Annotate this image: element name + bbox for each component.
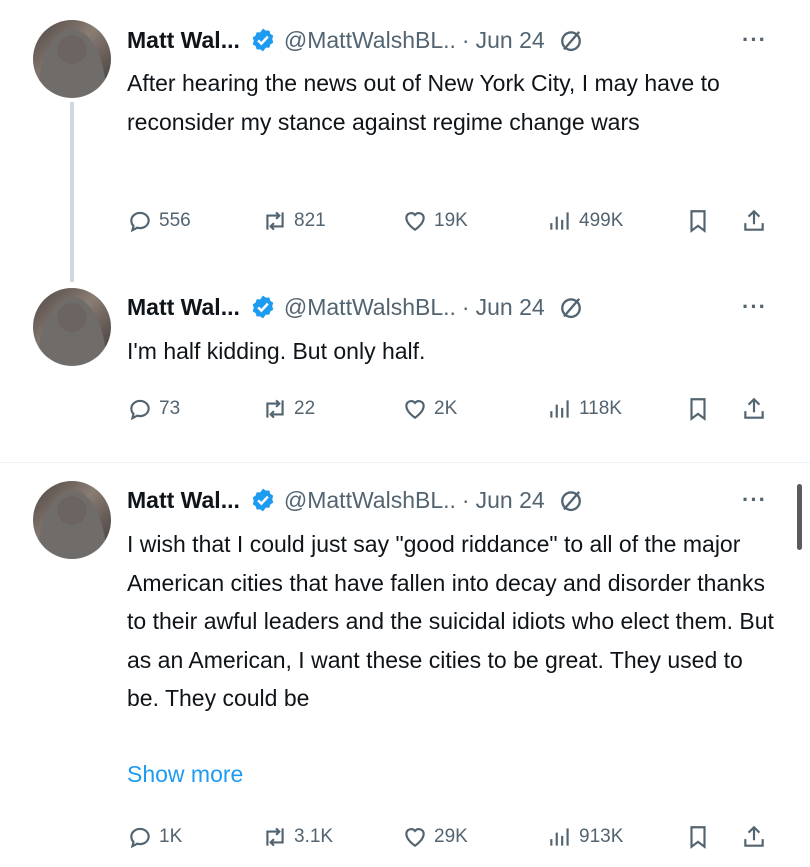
tweet-header: Matt Wal... @MattWalshBL.. · Jun 24: [127, 485, 585, 515]
reply-button[interactable]: 73: [127, 396, 180, 422]
reply-button[interactable]: 556: [127, 208, 191, 234]
views-count: 499K: [579, 210, 624, 231]
repost-count: 22: [294, 398, 316, 419]
tweet-3[interactable]: Matt Wal... @MattWalshBL.. · Jun 24 ··· …: [0, 463, 810, 867]
repost-icon: [266, 399, 284, 419]
verified-badge-icon: [252, 28, 274, 52]
more-options-icon[interactable]: ···: [742, 27, 767, 53]
action-bar: 1K 3.1K 29K 913K: [127, 824, 777, 856]
grok-icon[interactable]: [557, 293, 585, 321]
share-button[interactable]: [741, 208, 773, 234]
like-count: 2K: [434, 398, 458, 419]
action-bar: 556 821 19K 499K: [127, 208, 777, 240]
repost-count: 821: [294, 210, 326, 231]
action-bar: 73 22 2K 118K: [127, 396, 777, 428]
reply-button[interactable]: 1K: [127, 824, 182, 850]
post-date[interactable]: Jun 24: [476, 27, 545, 54]
tweet-text: I wish that I could just say "good ridda…: [127, 531, 774, 711]
share-icon: [744, 397, 764, 419]
like-button[interactable]: 29K: [402, 824, 468, 850]
bookmark-icon: [690, 398, 706, 421]
reply-count: 556: [159, 210, 191, 231]
tweet-text: I'm half kidding. But only half.: [127, 338, 426, 364]
views-button[interactable]: 913K: [547, 824, 623, 850]
reply-icon: [130, 827, 150, 849]
like-icon: [405, 400, 425, 419]
bookmark-button[interactable]: [685, 396, 717, 422]
repost-button[interactable]: 22: [262, 396, 315, 422]
show-more-link[interactable]: Show more: [127, 761, 243, 788]
tweet-1[interactable]: Matt Wal... @MattWalshBL.. · Jun 24 ··· …: [0, 0, 810, 270]
tweet-header: Matt Wal... @MattWalshBL.. · Jun 24: [127, 292, 585, 322]
reply-count: 1K: [159, 826, 183, 847]
share-button[interactable]: [741, 396, 773, 422]
views-icon: [550, 400, 569, 418]
repost-icon: [266, 827, 284, 847]
bookmark-button[interactable]: [685, 824, 717, 850]
reply-icon: [130, 211, 150, 233]
like-icon: [405, 828, 425, 847]
author-handle[interactable]: @MattWalshBL..: [284, 27, 456, 54]
views-count: 913K: [579, 826, 624, 847]
like-button[interactable]: 2K: [402, 396, 457, 422]
like-count: 29K: [434, 826, 468, 847]
tweet-header: Matt Wal... @MattWalshBL.. · Jun 24: [127, 25, 585, 55]
views-button[interactable]: 118K: [547, 396, 622, 422]
author-name[interactable]: Matt Wal...: [127, 487, 240, 514]
grok-icon[interactable]: [557, 486, 585, 514]
tweet-2[interactable]: Matt Wal... @MattWalshBL.. · Jun 24 ··· …: [0, 270, 810, 460]
post-date[interactable]: Jun 24: [476, 294, 545, 321]
repost-button[interactable]: 821: [262, 208, 326, 234]
verified-badge-icon: [252, 488, 274, 512]
post-date[interactable]: Jun 24: [476, 487, 545, 514]
grok-icon[interactable]: [557, 26, 585, 54]
repost-count: 3.1K: [294, 826, 334, 847]
reply-count: 73: [159, 398, 181, 419]
reply-icon: [130, 399, 150, 421]
share-icon: [744, 825, 764, 847]
share-button[interactable]: [741, 824, 773, 850]
views-icon: [550, 212, 569, 230]
scrollbar-thumb[interactable]: [797, 484, 802, 550]
author-name[interactable]: Matt Wal...: [127, 27, 240, 54]
tweet-text: After hearing the news out of New York C…: [127, 70, 720, 135]
like-button[interactable]: 19K: [402, 208, 468, 234]
separator-dot: ·: [461, 293, 470, 320]
author-handle[interactable]: @MattWalshBL..: [284, 487, 456, 514]
bookmark-button[interactable]: [685, 208, 717, 234]
separator-dot: ·: [461, 486, 470, 513]
views-button[interactable]: 499K: [547, 208, 623, 234]
more-options-icon[interactable]: ···: [742, 294, 767, 320]
author-handle[interactable]: @MattWalshBL..: [284, 294, 456, 321]
verified-badge-icon: [252, 295, 274, 319]
avatar[interactable]: [33, 288, 111, 366]
avatar[interactable]: [33, 20, 111, 98]
repost-icon: [266, 211, 284, 231]
bookmark-icon: [690, 826, 706, 849]
like-icon: [405, 212, 425, 231]
repost-button[interactable]: 3.1K: [262, 824, 333, 850]
separator-dot: ·: [461, 26, 470, 53]
more-options-icon[interactable]: ···: [742, 487, 767, 513]
views-icon: [550, 828, 569, 846]
views-count: 118K: [579, 398, 622, 419]
like-count: 19K: [434, 210, 468, 231]
avatar[interactable]: [33, 481, 111, 559]
author-name[interactable]: Matt Wal...: [127, 294, 240, 321]
share-icon: [744, 209, 764, 231]
bookmark-icon: [690, 210, 706, 233]
